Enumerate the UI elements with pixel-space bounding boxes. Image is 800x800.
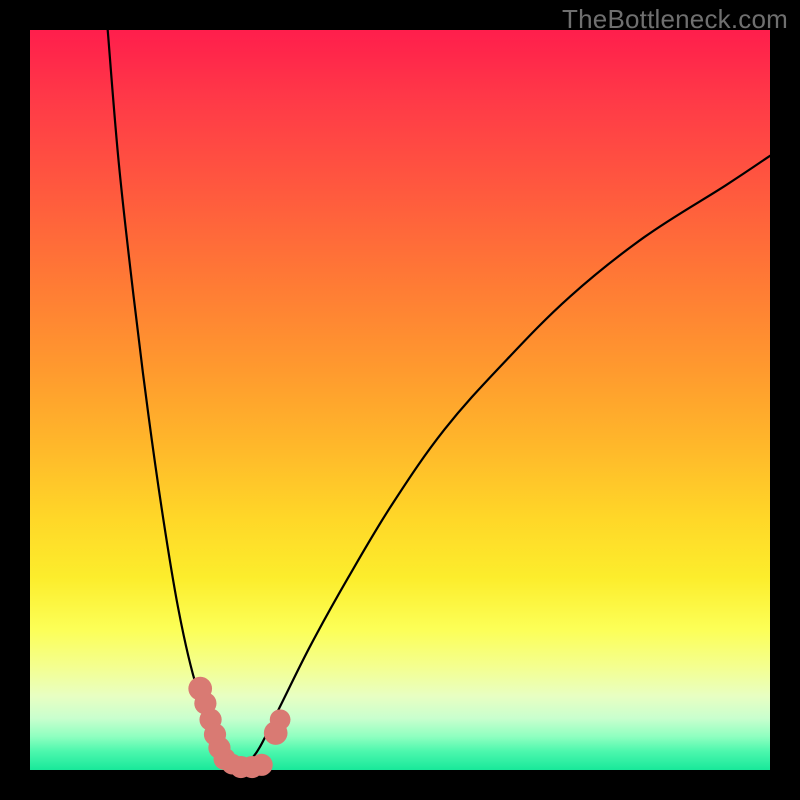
marker-dot	[270, 709, 291, 730]
chart-frame: TheBottleneck.com	[0, 0, 800, 800]
watermark-text: TheBottleneck.com	[562, 4, 788, 35]
chart-svg	[30, 30, 770, 770]
left-curve	[108, 30, 245, 767]
marker-dot	[251, 754, 273, 776]
right-curve	[245, 156, 770, 767]
plot-area	[30, 30, 770, 770]
markers-group	[188, 677, 290, 778]
